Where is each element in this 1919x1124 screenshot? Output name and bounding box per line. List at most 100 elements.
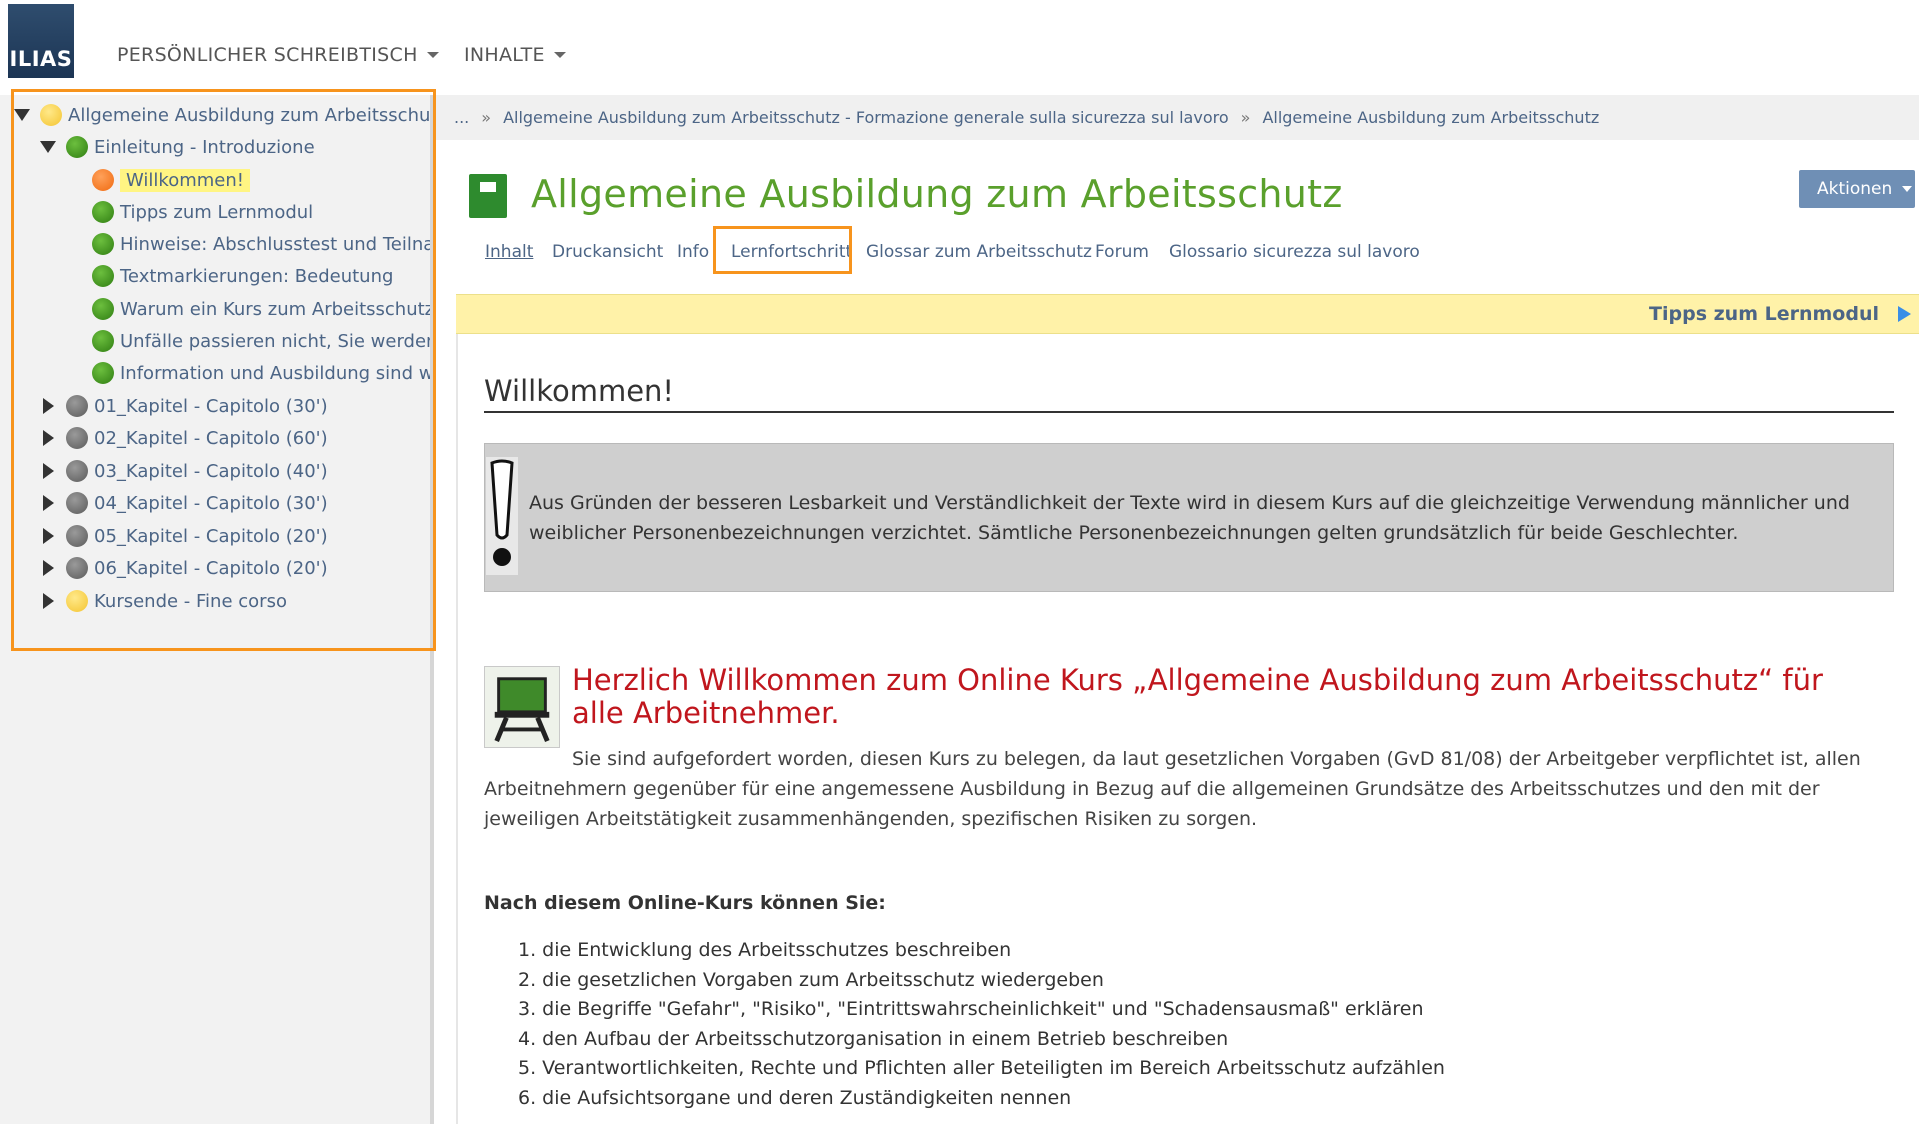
tab-druckansicht[interactable]: Druckansicht xyxy=(552,242,663,262)
tree-node-label[interactable]: 03_Kapitel - Capitolo (40') xyxy=(94,461,328,482)
tree-expand-icon[interactable] xyxy=(40,430,56,446)
tree-page[interactable]: Information und Ausbildung sind wic xyxy=(92,358,430,388)
actions-label: Aktionen xyxy=(1817,179,1893,199)
status-orange-icon xyxy=(92,169,114,191)
tree-node-chapter[interactable]: Kursende - Fine corso xyxy=(40,586,287,616)
status-green-icon xyxy=(92,330,114,352)
tree-node-label[interactable]: Allgemeine Ausbildung zum Arbeitsschutz xyxy=(68,105,430,126)
tree-page[interactable]: Tipps zum Lernmodul xyxy=(92,197,313,227)
ilias-logo[interactable]: ILIAS xyxy=(8,4,74,78)
list-item: 4. den Aufbau der Arbeitsschutzorganisat… xyxy=(518,1027,1229,1050)
tree-node-label[interactable]: Tipps zum Lernmodul xyxy=(120,202,313,223)
arrow-right-icon[interactable] xyxy=(1898,306,1911,322)
tree-node-label[interactable]: 05_Kapitel - Capitolo (20') xyxy=(94,526,328,547)
tree-node-label[interactable]: Einleitung - Introduzione xyxy=(94,137,315,158)
status-grey-icon xyxy=(66,460,88,482)
top-bar: ILIAS PERSÖNLICHER SCHREIBTISCH INHALTE xyxy=(0,0,1919,95)
tab-inhalt[interactable]: Inhalt xyxy=(485,242,533,262)
content-divider xyxy=(456,334,458,1124)
tree-page[interactable]: Hinweise: Abschlusstest und Teilnahı xyxy=(92,229,430,259)
topnav-personal-desktop[interactable]: PERSÖNLICHER SCHREIBTISCH xyxy=(117,44,439,66)
tree-page[interactable]: Warum ein Kurs zum Arbeitsschutz? xyxy=(92,294,430,324)
exclamation-icon xyxy=(486,457,518,575)
actions-dropdown-button[interactable]: Aktionen xyxy=(1799,170,1915,208)
topnav-personal-desktop-label: PERSÖNLICHER SCHREIBTISCH xyxy=(117,44,418,66)
tree-node-chapter[interactable]: 03_Kapitel - Capitolo (40') xyxy=(40,456,328,486)
breadcrumb-separator: » xyxy=(481,108,492,127)
next-page-link[interactable]: Tipps zum Lernmodul xyxy=(1649,303,1879,325)
page-title: Allgemeine Ausbildung zum Arbeitsschutz xyxy=(531,172,1343,216)
breadcrumb-item[interactable]: Allgemeine Ausbildung zum Arbeitsschutz … xyxy=(503,108,1229,127)
breadcrumb-item[interactable]: Allgemeine Ausbildung zum Arbeitsschutz xyxy=(1262,108,1599,127)
tree-node-chapter[interactable]: 02_Kapitel - Capitolo (60') xyxy=(40,423,328,453)
heading-rule xyxy=(484,411,1894,413)
list-item: 2. die gesetzlichen Vorgaben zum Arbeits… xyxy=(518,968,1104,991)
breadcrumb-separator: » xyxy=(1240,108,1251,127)
tree-node-einleitung[interactable]: Einleitung - Introduzione xyxy=(40,132,315,162)
tree-expand-icon[interactable] xyxy=(40,593,56,609)
tab-highlight-frame xyxy=(713,226,852,274)
tree-node-label[interactable]: Warum ein Kurs zum Arbeitsschutz? xyxy=(120,299,430,320)
tree-node-label[interactable]: 04_Kapitel - Capitolo (30') xyxy=(94,493,328,514)
goals-list: 1. die Entwicklung des Arbeitsschutzes b… xyxy=(518,936,1445,1113)
list-item: 3. die Begriffe "Gefahr", "Risiko", "Ein… xyxy=(518,998,1424,1020)
status-grey-icon xyxy=(66,395,88,417)
breadcrumb-ellipsis[interactable]: ... xyxy=(454,108,469,127)
tree-page[interactable]: Unfälle passieren nicht, Sie werden v xyxy=(92,326,430,356)
tree-node-label[interactable]: Kursende - Fine corso xyxy=(94,591,287,612)
tree-expand-icon[interactable] xyxy=(40,398,56,414)
status-green-icon xyxy=(92,362,114,384)
status-green-icon xyxy=(92,201,114,223)
tree-page[interactable]: Textmarkierungen: Bedeutung xyxy=(92,261,393,291)
goals-heading: Nach diesem Online-Kurs können Sie: xyxy=(484,892,886,914)
topnav-content[interactable]: INHALTE xyxy=(464,44,566,66)
tree-node-label[interactable]: 02_Kapitel - Capitolo (60') xyxy=(94,428,328,449)
status-yellow-icon xyxy=(66,590,88,612)
status-grey-icon xyxy=(66,525,88,547)
list-item: 1. die Entwicklung des Arbeitsschutzes b… xyxy=(518,939,1012,961)
note-text: Aus Gründen der besseren Lesbarkeit und … xyxy=(529,492,1850,544)
tree-node-chapter[interactable]: 05_Kapitel - Capitolo (20') xyxy=(40,521,328,551)
status-grey-icon xyxy=(66,427,88,449)
tree-node-chapter[interactable]: 04_Kapitel - Capitolo (30') xyxy=(40,488,328,518)
tree-node-label[interactable]: Textmarkierungen: Bedeutung xyxy=(120,266,393,287)
tree-node-label[interactable]: 06_Kapitel - Capitolo (20') xyxy=(94,558,328,579)
breadcrumb: ... » Allgemeine Ausbildung zum Arbeitss… xyxy=(436,95,1919,140)
tree-collapse-icon[interactable] xyxy=(40,139,56,155)
page-navigation-bar: Tipps zum Lernmodul xyxy=(456,294,1919,334)
tree-node-root[interactable]: Allgemeine Ausbildung zum Arbeitsschutz xyxy=(14,100,430,130)
tree-node-label[interactable]: 01_Kapitel - Capitolo (30') xyxy=(94,396,328,417)
learning-module-icon xyxy=(469,174,507,218)
tree-expand-icon[interactable] xyxy=(40,560,56,576)
tree-node-chapter[interactable]: 06_Kapitel - Capitolo (20') xyxy=(40,553,328,583)
tree-page-willkommen[interactable]: Willkommen! xyxy=(92,165,250,195)
status-green-icon xyxy=(92,233,114,255)
status-grey-icon xyxy=(66,492,88,514)
explorer-tree: Allgemeine Ausbildung zum Arbeitsschutz … xyxy=(12,100,430,646)
tab-glossar-arbeitsschutz[interactable]: Glossar zum Arbeitsschutz xyxy=(866,242,1092,262)
tree-node-label-current[interactable]: Willkommen! xyxy=(120,168,250,192)
tree-expand-icon[interactable] xyxy=(40,463,56,479)
tree-node-label[interactable]: Unfälle passieren nicht, Sie werden v xyxy=(120,331,430,352)
intro-text: Sie sind aufgefordert worden, diesen Kur… xyxy=(484,748,1861,830)
tab-forum[interactable]: Forum xyxy=(1095,242,1149,262)
status-yellow-icon xyxy=(40,104,62,126)
tree-node-label[interactable]: Hinweise: Abschlusstest und Teilnahı xyxy=(120,234,430,255)
tree-expand-icon[interactable] xyxy=(40,528,56,544)
tab-info[interactable]: Info xyxy=(677,242,709,262)
status-grey-icon xyxy=(66,557,88,579)
tree-expand-icon[interactable] xyxy=(40,495,56,511)
welcome-heading: Herzlich Willkommen zum Online Kurs „All… xyxy=(572,663,1823,730)
status-green-icon xyxy=(66,136,88,158)
page-heading: Willkommen! xyxy=(484,374,675,408)
tab-glossario-sicurezza[interactable]: Glossario sicurezza sul lavoro xyxy=(1169,242,1420,262)
list-item: 6. die Aufsichtsorgane und deren Zuständ… xyxy=(518,1086,1072,1109)
tree-collapse-icon[interactable] xyxy=(14,107,30,123)
topnav-content-label: INHALTE xyxy=(464,44,545,66)
status-green-icon xyxy=(92,298,114,320)
status-green-icon xyxy=(92,265,114,287)
intro-paragraph: Sie sind aufgefordert worden, diesen Kur… xyxy=(484,744,1894,834)
tree-node-chapter[interactable]: 01_Kapitel - Capitolo (30') xyxy=(40,391,328,421)
chevron-down-icon xyxy=(426,52,439,58)
tree-node-label[interactable]: Information und Ausbildung sind wic xyxy=(120,363,430,384)
